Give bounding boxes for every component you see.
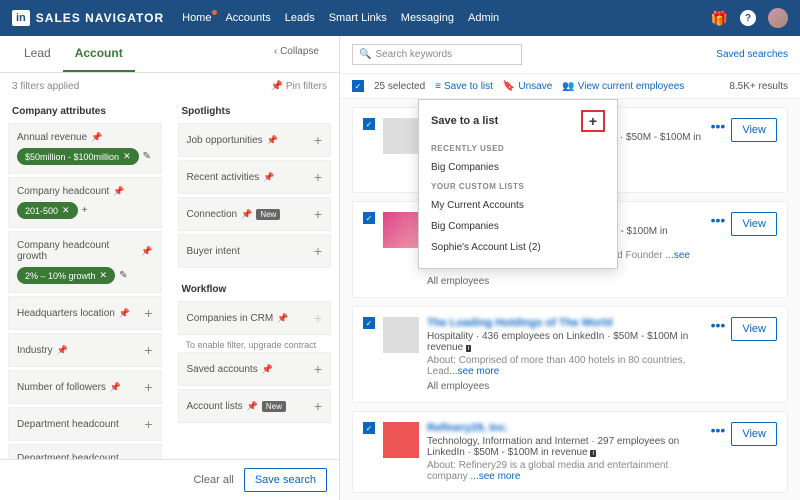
see-more-link[interactable]: ...see more (449, 366, 499, 377)
filter-annual-revenue[interactable]: Annual revenue 📌 $50million - $100millio… (8, 123, 162, 174)
tab-account[interactable]: Account (63, 36, 135, 72)
view-button[interactable]: View (731, 317, 777, 341)
save-to-list-button[interactable]: ≡ Save to list (435, 81, 493, 92)
info-icon[interactable]: i (590, 450, 596, 457)
save-to-list-popup: Save to a list + RECENTLY USED Big Compa… (418, 99, 618, 269)
filter-growth[interactable]: Company headcount growth 📌 2% – 10% grow… (8, 231, 162, 293)
edit-icon[interactable]: ✎ (143, 151, 151, 162)
top-nav: in SALES NAVIGATOR Home Accounts Leads S… (0, 0, 800, 36)
company-logo (383, 422, 419, 458)
filter-industry[interactable]: Industry 📌+ (8, 333, 162, 367)
view-employees-button[interactable]: 👥 View current employees (562, 81, 684, 92)
list-item[interactable]: Big Companies (419, 216, 617, 237)
list-item[interactable]: My Current Accounts (419, 195, 617, 216)
row-checkbox[interactable]: ✓ (363, 118, 375, 130)
save-search-button[interactable]: Save search (244, 468, 327, 492)
row-checkbox[interactable]: ✓ (363, 422, 375, 434)
crm-upgrade-note: To enable filter, upgrade contract (178, 338, 332, 352)
info-icon[interactable]: i (466, 345, 472, 352)
avatar[interactable] (768, 8, 788, 28)
select-all-checkbox[interactable]: ✓ (352, 80, 364, 92)
create-list-button[interactable]: + (581, 110, 605, 132)
selected-count: 25 selected (374, 81, 425, 92)
filter-jobs[interactable]: Job opportunities 📌+ (178, 123, 332, 157)
filter-followers[interactable]: Number of followers 📌+ (8, 370, 162, 404)
filter-account-lists[interactable]: Account lists 📌 New+ (178, 389, 332, 423)
nav-smart-links[interactable]: Smart Links (329, 12, 387, 24)
more-actions-icon[interactable]: ••• (711, 422, 726, 438)
list-item[interactable]: Sophie's Account List (2) (419, 237, 617, 258)
filter-saved-accounts[interactable]: Saved accounts 📌+ (178, 352, 332, 386)
linkedin-logo-icon: in (12, 10, 30, 26)
more-actions-icon[interactable]: ••• (711, 212, 726, 228)
company-logo (383, 317, 419, 353)
filter-crm[interactable]: Companies in CRM 📌+ (178, 301, 332, 335)
filter-panel: Lead Account ‹ Collapse 3 filters applie… (0, 36, 340, 500)
nav-home[interactable]: Home (182, 12, 211, 24)
view-button[interactable]: View (731, 422, 777, 446)
search-icon: 🔍 (359, 49, 371, 60)
row-checkbox[interactable]: ✓ (363, 212, 375, 224)
pin-icon: 📌 (91, 132, 102, 143)
close-icon[interactable]: ✕ (100, 270, 108, 281)
popup-recent-header: RECENTLY USED (419, 140, 617, 157)
tab-lead[interactable]: Lead (12, 36, 63, 72)
plus-icon[interactable]: + (82, 205, 88, 216)
gift-icon[interactable]: 🎁 (711, 10, 728, 27)
pin-filters-button[interactable]: 📌 Pin filters (271, 81, 327, 92)
view-button[interactable]: View (731, 118, 777, 142)
popup-custom-header: YOUR CUSTOM LISTS (419, 178, 617, 195)
clear-all-button[interactable]: Clear all (193, 474, 233, 486)
filter-dept-growth[interactable]: Department headcount growth+ (8, 444, 162, 459)
brand: SALES NAVIGATOR (36, 11, 164, 25)
filter-hq[interactable]: Headquarters location 📌+ (8, 296, 162, 330)
nav-messaging[interactable]: Messaging (401, 12, 454, 24)
section-spotlights: Spotlights (178, 100, 332, 123)
growth-pill[interactable]: 2% – 10% growth✕ (17, 267, 115, 284)
popup-title: Save to a list (431, 115, 498, 127)
row-checkbox[interactable]: ✓ (363, 317, 375, 329)
results-count: 8.5K+ results (729, 81, 788, 92)
close-icon[interactable]: ✕ (62, 205, 70, 216)
close-icon[interactable]: ✕ (123, 151, 131, 162)
section-company-attributes: Company attributes (8, 100, 162, 123)
help-icon[interactable]: ? (740, 10, 756, 26)
saved-searches-link[interactable]: Saved searches (716, 49, 788, 60)
edit-icon[interactable]: ✎ (119, 270, 127, 281)
notification-dot-icon (212, 10, 217, 15)
list-item[interactable]: Big Companies (419, 157, 617, 178)
results-panel: 🔍Search keywords Saved searches ✓ 25 sel… (340, 36, 800, 500)
unsave-button[interactable]: 🔖 Unsave (503, 81, 552, 92)
filter-dept-headcount[interactable]: Department headcount+ (8, 407, 162, 441)
result-card: ✓ Refinery29, Inc. Technology, Informati… (352, 411, 788, 493)
view-button[interactable]: View (731, 212, 777, 236)
all-employees-link[interactable]: All employees (427, 276, 703, 287)
collapse-button[interactable]: ‹ Collapse (266, 36, 327, 72)
more-actions-icon[interactable]: ••• (711, 317, 726, 333)
company-logo (383, 212, 419, 248)
see-more-link[interactable]: ...see more (470, 471, 520, 482)
result-card: ✓ The Loading Holdings of The World Hosp… (352, 306, 788, 403)
new-badge: New (256, 209, 280, 220)
filter-recent[interactable]: Recent activities 📌+ (178, 160, 332, 194)
all-employees-link[interactable]: All employees (427, 381, 703, 392)
company-name-link[interactable]: Refinery29, Inc. (427, 422, 703, 434)
section-workflow: Workflow (178, 278, 332, 301)
filter-headcount[interactable]: Company headcount 📌 201-500✕+ (8, 177, 162, 228)
search-input[interactable]: 🔍Search keywords (352, 44, 522, 65)
filter-connection[interactable]: Connection 📌 New+ (178, 197, 332, 231)
revenue-pill[interactable]: $50million - $100million✕ (17, 148, 139, 165)
company-name-link[interactable]: The Loading Holdings of The World (427, 317, 703, 329)
nav-accounts[interactable]: Accounts (225, 12, 270, 24)
headcount-pill[interactable]: 201-500✕ (17, 202, 78, 219)
plus-icon[interactable]: + (144, 305, 152, 321)
nav-admin[interactable]: Admin (468, 12, 499, 24)
company-logo (383, 118, 419, 154)
nav-leads[interactable]: Leads (285, 12, 315, 24)
filters-applied-label: 3 filters applied (12, 81, 79, 92)
more-actions-icon[interactable]: ••• (711, 118, 726, 134)
filter-buyer-intent[interactable]: Buyer intent+ (178, 234, 332, 268)
